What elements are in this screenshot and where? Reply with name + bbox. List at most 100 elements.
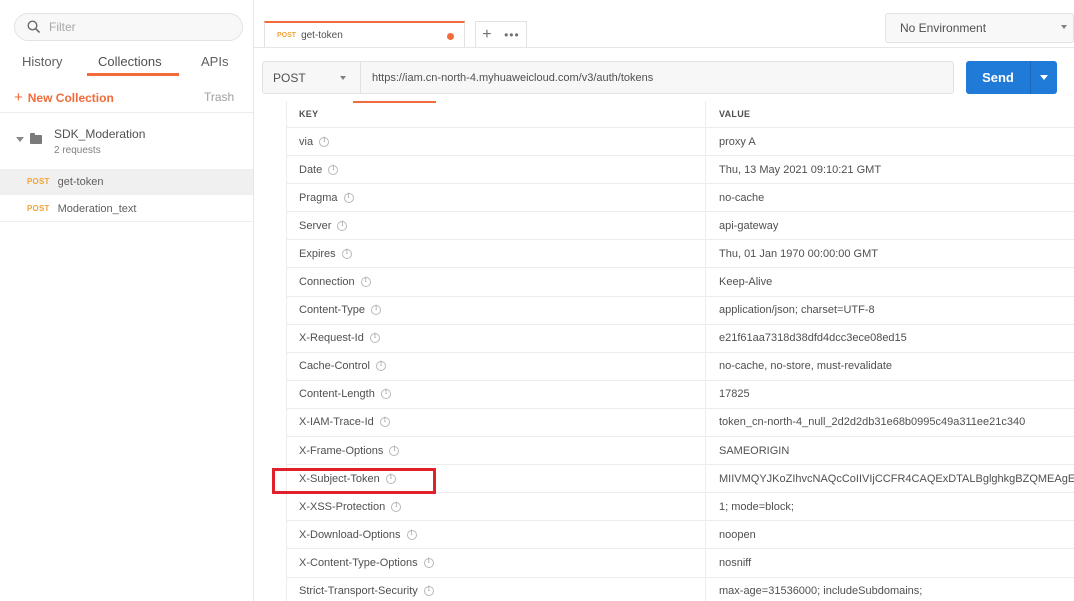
highlight-box <box>272 468 436 494</box>
header-key-text: Connection <box>299 276 355 289</box>
chevron-down-icon <box>1061 25 1067 29</box>
info-icon[interactable] <box>379 416 390 428</box>
table-header-row: KEY VALUE <box>286 101 1074 128</box>
info-icon[interactable] <box>337 220 348 231</box>
info-icon[interactable] <box>371 304 382 316</box>
chevron-down-icon <box>340 76 346 80</box>
info-icon[interactable] <box>360 276 371 288</box>
header-key-text: X-Content-Type-Options <box>299 556 418 569</box>
info-icon[interactable] <box>389 445 400 456</box>
header-value: api-gateway <box>719 219 779 232</box>
method-badge: POST <box>27 204 50 213</box>
table-row: Content-Length 17825 <box>286 380 1074 409</box>
request-name: get-token <box>57 175 104 188</box>
header-value: Thu, 13 May 2021 09:10:21 GMT <box>719 163 882 176</box>
header-key: X-Download-Options <box>286 521 706 549</box>
header-key: Content-Length <box>286 380 706 408</box>
trash-link[interactable]: Trash <box>204 90 234 104</box>
header-value: application/json; charset=UTF-8 <box>719 304 875 317</box>
table-row: Server api-gateway <box>286 212 1074 241</box>
header-key-text: Content-Type <box>299 304 366 317</box>
table-row: X-IAM-Trace-Id token_cn-north-4_null_2d2d… <box>286 408 1074 438</box>
tab-bar: POST get-token + ••• No Environment <box>254 0 1074 52</box>
response-headers-table: KEY VALUE via proxy A Date Thu, 13 May 2021… <box>286 101 1074 601</box>
header-value: Thu, 01 Jan 1970 00:00:00 GMT <box>719 247 878 260</box>
header-value: proxy A <box>719 135 756 148</box>
header-key-text: Expires <box>299 247 336 260</box>
url-input[interactable]: https://iam.cn-north-4.myhuaweicloud.com… <box>361 72 653 84</box>
header-key-text: via <box>299 135 314 148</box>
header-value: no-cache <box>719 191 765 204</box>
header-key: Cache-Control <box>286 352 706 380</box>
info-icon[interactable] <box>369 332 380 344</box>
more-tabs-button[interactable]: ••• <box>504 28 520 42</box>
info-icon[interactable] <box>319 136 330 147</box>
info-icon[interactable] <box>423 585 434 597</box>
sidebar-tabs: History Collections APIs <box>0 50 253 80</box>
request-name: Moderation_text <box>57 202 137 215</box>
table-row: Content-Type application/json; charset=UT… <box>286 296 1074 325</box>
environment-value: No Environment <box>900 21 987 35</box>
table-row: Expires Thu, 01 Jan 1970 00:00:00 GMT <box>286 240 1074 269</box>
caret-down-icon[interactable] <box>16 137 24 142</box>
search-icon <box>27 20 41 34</box>
tab-title: get-token <box>301 30 343 41</box>
header-key: Pragma <box>286 184 706 212</box>
header-value: no-cache, no-store, must-revalidate <box>719 360 893 373</box>
add-tab-button[interactable]: + <box>482 26 491 44</box>
info-icon[interactable] <box>328 164 339 175</box>
header-value: MIIVMQYJKoZIhvcNAQcCoIIVIjCCFR4CAQExDTAL… <box>719 472 1074 485</box>
info-icon[interactable] <box>391 501 402 512</box>
filter-input[interactable] <box>49 20 229 34</box>
plus-icon: + <box>14 89 23 106</box>
send-label: Send <box>982 70 1014 85</box>
info-icon[interactable] <box>341 248 352 259</box>
info-icon[interactable] <box>406 529 417 540</box>
header-key: X-Request-Id <box>286 324 706 352</box>
table-row: Strict-Transport-Security max-age=3153600… <box>286 577 1074 601</box>
method-select[interactable]: POST <box>263 62 361 93</box>
header-key: Expires <box>286 240 706 268</box>
filter-box[interactable] <box>14 13 243 41</box>
info-icon[interactable] <box>375 360 386 372</box>
sidebar-request-moderation-text[interactable]: POST Moderation_text <box>0 196 253 222</box>
request-tab[interactable]: POST get-token <box>264 21 465 48</box>
info-icon[interactable] <box>423 557 434 568</box>
divider <box>254 47 1074 48</box>
tab-collections[interactable]: Collections <box>98 54 162 69</box>
url-bar: POST https://iam.cn-north-4.myhuaweiclou… <box>262 61 954 94</box>
table-row: Cache-Control no-cache, no-store, must-re… <box>286 352 1074 381</box>
header-key: Strict-Transport-Security <box>286 577 706 601</box>
send-button[interactable]: Send <box>966 61 1057 94</box>
header-value: nosniff <box>719 556 752 569</box>
divider <box>1030 61 1031 94</box>
active-tab-indicator <box>87 73 179 76</box>
table-row: X-XSS-Protection 1; mode=block; <box>286 493 1074 522</box>
table-body: via proxy A Date Thu, 13 May 2021 09:10:21 … <box>286 128 1074 601</box>
header-key-text: Pragma <box>299 191 338 204</box>
column-header-key: KEY <box>286 101 706 127</box>
collection-name: SDK_Moderation <box>54 127 146 141</box>
sidebar-request-get-token[interactable]: POST get-token <box>0 169 253 195</box>
send-options-chevron-icon[interactable] <box>1040 75 1048 80</box>
method-value: POST <box>273 70 306 85</box>
info-icon[interactable] <box>380 388 391 400</box>
tab-history[interactable]: History <box>22 54 62 69</box>
header-key: Content-Type <box>286 296 706 324</box>
sidebar-border <box>253 0 254 601</box>
method-badge: POST <box>277 32 297 39</box>
collection-item[interactable]: SDK_Moderation 2 requests <box>14 127 244 161</box>
header-value: token_cn-north-4_null_2d2d2db31e68b0995c… <box>719 416 1026 429</box>
header-key: Connection <box>286 268 706 296</box>
header-key-text: X-Frame-Options <box>299 444 384 457</box>
header-key-text: Cache-Control <box>299 360 370 373</box>
environment-select[interactable]: No Environment <box>885 13 1074 43</box>
tab-apis[interactable]: APIs <box>201 54 228 69</box>
table-row: Date Thu, 13 May 2021 09:10:21 GMT <box>286 156 1074 185</box>
new-collection-button[interactable]: + New Collection <box>14 89 114 106</box>
sidebar: History Collections APIs + New Collectio… <box>0 0 253 601</box>
header-value: noopen <box>719 528 756 541</box>
header-value: e21f61aa7318d38dfd4dcc3ece08ed15 <box>719 332 907 345</box>
info-icon[interactable] <box>343 192 354 203</box>
header-value: max-age=31536000; includeSubdomains; <box>719 585 923 598</box>
